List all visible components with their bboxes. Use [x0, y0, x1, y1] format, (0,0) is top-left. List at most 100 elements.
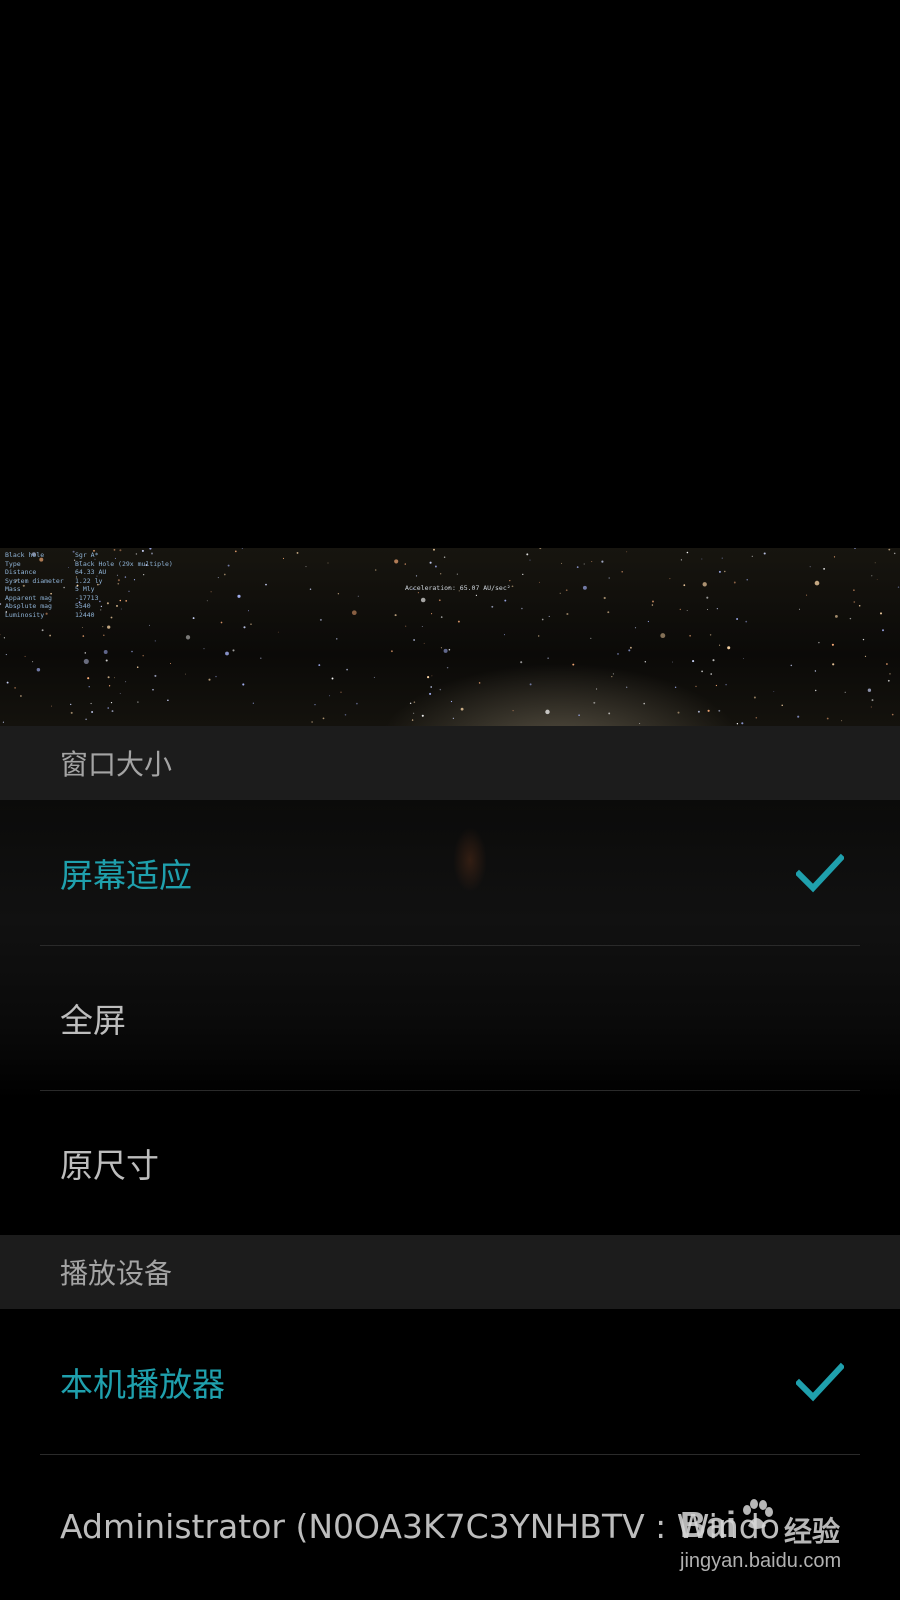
star	[227, 564, 230, 567]
star	[853, 601, 856, 603]
star	[83, 658, 89, 664]
star	[203, 648, 205, 650]
star	[114, 677, 115, 679]
star	[746, 579, 748, 581]
star	[522, 573, 524, 575]
checkmark-icon	[796, 1362, 844, 1401]
star	[689, 635, 691, 637]
star	[891, 713, 894, 716]
option-fit-screen[interactable]: 屏幕适应	[0, 800, 900, 945]
option-local-player[interactable]: 本机播放器	[0, 1309, 900, 1454]
star	[420, 597, 426, 603]
option-label: 本机播放器	[60, 1364, 225, 1404]
star	[85, 718, 87, 721]
star	[537, 635, 540, 637]
star	[529, 683, 532, 686]
star	[443, 648, 448, 653]
star	[695, 685, 697, 688]
star	[41, 629, 44, 632]
hud-key: Mass	[5, 585, 21, 593]
star	[871, 699, 874, 702]
star	[548, 615, 550, 617]
star	[192, 617, 195, 620]
star	[541, 618, 544, 621]
star	[105, 659, 108, 662]
star	[456, 573, 458, 575]
star	[566, 612, 569, 616]
checkmark-icon	[796, 853, 844, 892]
star	[460, 707, 464, 711]
option-original-size[interactable]: 原尺寸	[0, 1090, 900, 1235]
baidu-jingyan-watermark: Bai 经验 jingyan.baidu.com	[680, 1498, 850, 1582]
star	[247, 610, 250, 612]
star	[374, 569, 377, 571]
watermark-url: jingyan.baidu.com	[680, 1550, 842, 1572]
star	[430, 686, 433, 688]
star	[217, 577, 219, 579]
star	[593, 701, 596, 704]
star	[88, 686, 90, 688]
hud-value: Sgr A*	[75, 551, 99, 559]
star	[404, 563, 406, 565]
star	[357, 595, 359, 597]
star	[697, 710, 700, 713]
hud-key: Luminosity	[5, 610, 45, 619]
star	[107, 625, 111, 629]
hud-row: Mass 5 Mly	[5, 585, 173, 594]
star	[809, 566, 811, 568]
star	[215, 675, 217, 678]
star	[0, 603, 2, 605]
video-preview[interactable]: Black hole Sgr A* Type Black Hole (29x mul…	[0, 548, 900, 726]
star	[797, 715, 800, 718]
star	[680, 559, 683, 561]
star	[628, 649, 631, 652]
star	[818, 641, 820, 644]
star	[626, 686, 628, 688]
star	[832, 663, 835, 666]
star	[712, 659, 715, 662]
star	[887, 679, 890, 682]
star	[90, 702, 92, 705]
star	[679, 608, 681, 611]
star	[429, 561, 432, 564]
star	[429, 692, 432, 695]
star	[701, 670, 704, 673]
hud-row: Distance 64.33 AU	[5, 568, 173, 577]
star	[413, 712, 415, 714]
star	[677, 711, 680, 714]
star	[745, 620, 748, 623]
star	[103, 650, 108, 654]
star	[885, 663, 888, 665]
star	[110, 702, 113, 704]
star	[539, 548, 542, 550]
star	[250, 623, 252, 625]
star	[329, 695, 331, 697]
star	[590, 637, 592, 640]
star	[136, 666, 139, 668]
star	[864, 655, 867, 658]
star	[314, 704, 316, 706]
hud-row: System diameter 1.22 ly	[5, 577, 173, 586]
star	[433, 548, 435, 551]
star	[431, 613, 433, 615]
hud-value: 64.33 AU	[75, 568, 107, 576]
star	[867, 688, 872, 692]
star	[81, 627, 83, 629]
star	[107, 676, 110, 679]
star	[70, 703, 72, 706]
star	[260, 657, 262, 660]
star	[413, 701, 416, 703]
star	[716, 608, 718, 610]
option-label: Administrator (N0OA3K7C3YNHBTV : Windo	[60, 1507, 780, 1546]
star	[710, 673, 713, 675]
hud-row: Luminosity 12440	[5, 611, 173, 620]
star	[572, 663, 575, 666]
star	[611, 675, 613, 678]
star	[154, 674, 157, 677]
star	[647, 620, 650, 623]
star	[452, 717, 455, 719]
star	[651, 604, 654, 606]
option-fullscreen[interactable]: 全屏	[0, 945, 900, 1090]
star	[578, 714, 580, 717]
star	[478, 682, 481, 684]
